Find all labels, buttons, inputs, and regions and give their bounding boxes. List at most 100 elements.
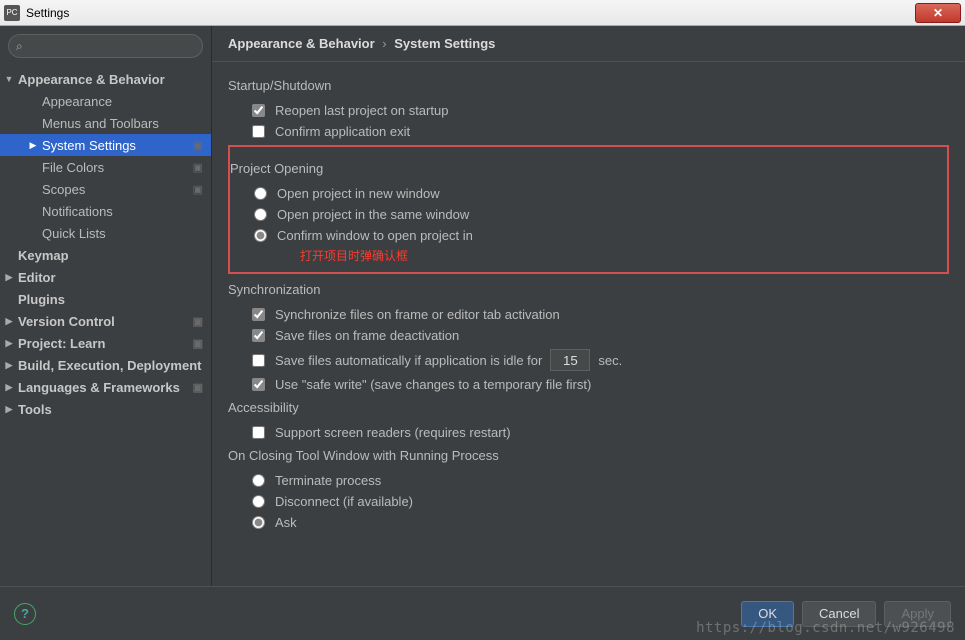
close-icon: ✕ xyxy=(933,6,943,20)
screen-readers-label: Support screen readers (requires restart… xyxy=(275,425,511,440)
cancel-button[interactable]: Cancel xyxy=(802,601,876,627)
confirm-window-label: Confirm window to open project in xyxy=(277,228,473,243)
group-synchronization: Synchronization xyxy=(228,282,949,297)
project-scope-icon: ▣ xyxy=(193,139,203,152)
sidebar-item-label: Notifications xyxy=(42,204,113,219)
sidebar-item-build-execution-deployment[interactable]: ▶ Build, Execution, Deployment xyxy=(0,354,211,376)
reopen-last-project-label: Reopen last project on startup xyxy=(275,103,448,118)
confirm-exit-label: Confirm application exit xyxy=(275,124,410,139)
open-new-window-row[interactable]: Open project in new window xyxy=(254,186,947,201)
sidebar-item-project-learn[interactable]: ▶ Project: Learn ▣ xyxy=(0,332,211,354)
project-scope-icon: ▣ xyxy=(193,161,203,174)
project-scope-icon: ▣ xyxy=(193,183,203,196)
confirm-window-row[interactable]: Confirm window to open project in xyxy=(254,228,947,243)
breadcrumb-parent: Appearance & Behavior xyxy=(228,36,375,51)
settings-tree: ▼ Appearance & Behavior Appearance Menus an… xyxy=(0,66,211,586)
safe-write-label: Use "safe write" (save changes to a temp… xyxy=(275,377,591,392)
project-scope-icon: ▣ xyxy=(193,337,203,350)
sidebar-item-editor[interactable]: ▶ Editor xyxy=(0,266,211,288)
sidebar-item-notifications[interactable]: Notifications xyxy=(0,200,211,222)
chevron-right-icon: ▶ xyxy=(4,404,14,415)
sidebar-item-label: Keymap xyxy=(18,248,69,263)
sidebar-item-plugins[interactable]: Plugins xyxy=(0,288,211,310)
sidebar-item-label: Languages & Frameworks xyxy=(18,380,180,395)
group-closing: On Closing Tool Window with Running Proc… xyxy=(228,448,949,463)
chevron-right-icon: ▶ xyxy=(4,272,14,283)
chevron-right-icon: ▶ xyxy=(4,382,14,393)
disconnect-label: Disconnect (if available) xyxy=(275,494,413,509)
sidebar-item-label: Editor xyxy=(18,270,56,285)
group-project-opening: Project Opening xyxy=(230,161,947,176)
save-deactivation-row[interactable]: Save files on frame deactivation xyxy=(252,328,949,343)
close-button[interactable]: ✕ xyxy=(915,3,961,23)
project-scope-icon: ▣ xyxy=(193,381,203,394)
ask-row[interactable]: Ask xyxy=(252,515,949,530)
terminate-radio[interactable] xyxy=(252,474,265,487)
screen-readers-row[interactable]: Support screen readers (requires restart… xyxy=(252,425,949,440)
open-same-window-radio[interactable] xyxy=(254,208,267,221)
help-button[interactable]: ? xyxy=(14,603,36,625)
app-icon: PC xyxy=(4,5,20,21)
reopen-last-project-checkbox[interactable] xyxy=(252,104,265,117)
breadcrumb: Appearance & Behavior › System Settings xyxy=(212,26,965,62)
dialog-footer: ? OK Cancel Apply xyxy=(0,586,965,640)
open-same-window-row[interactable]: Open project in the same window xyxy=(254,207,947,222)
open-new-window-radio[interactable] xyxy=(254,187,267,200)
open-new-window-label: Open project in new window xyxy=(277,186,440,201)
sidebar-item-tools[interactable]: ▶ Tools xyxy=(0,398,211,420)
sidebar-item-system-settings[interactable]: ▶System Settings▣ xyxy=(0,134,211,156)
search-input[interactable] xyxy=(8,34,203,58)
autosave-row[interactable]: Save files automatically if application … xyxy=(252,349,949,371)
terminate-label: Terminate process xyxy=(275,473,381,488)
annotation-text: 打开项目时弹确认框 xyxy=(300,247,947,264)
titlebar: PC Settings ✕ xyxy=(0,0,965,26)
ok-button[interactable]: OK xyxy=(741,601,794,627)
chevron-right-icon: ▶ xyxy=(4,316,14,327)
reopen-last-project-row[interactable]: Reopen last project on startup xyxy=(252,103,949,118)
sidebar-item-label: Project: Learn xyxy=(18,336,105,351)
confirm-window-radio[interactable] xyxy=(254,229,267,242)
chevron-right-icon: ▶ xyxy=(4,360,14,371)
disconnect-radio[interactable] xyxy=(252,495,265,508)
group-startup: Startup/Shutdown xyxy=(228,78,949,93)
sidebar-item-label: Version Control xyxy=(18,314,115,329)
autosave-checkbox[interactable] xyxy=(252,354,265,367)
sidebar-item-menus-and-toolbars[interactable]: Menus and Toolbars xyxy=(0,112,211,134)
content-pane: Appearance & Behavior › System Settings … xyxy=(212,26,965,586)
confirm-exit-row[interactable]: Confirm application exit xyxy=(252,124,949,139)
save-deactivation-label: Save files on frame deactivation xyxy=(275,328,459,343)
apply-button[interactable]: Apply xyxy=(884,601,951,627)
sidebar-item-appearance[interactable]: Appearance xyxy=(0,90,211,112)
sidebar-item-quick-lists[interactable]: Quick Lists xyxy=(0,222,211,244)
autosave-pre-label: Save files automatically if application … xyxy=(275,353,542,368)
sidebar-item-label: Appearance & Behavior xyxy=(18,72,165,87)
terminate-row[interactable]: Terminate process xyxy=(252,473,949,488)
sidebar-item-appearance-behavior[interactable]: ▼ Appearance & Behavior xyxy=(0,68,211,90)
sidebar-item-keymap[interactable]: Keymap xyxy=(0,244,211,266)
screen-readers-checkbox[interactable] xyxy=(252,426,265,439)
autosave-seconds-input[interactable] xyxy=(550,349,590,371)
safe-write-row[interactable]: Use "safe write" (save changes to a temp… xyxy=(252,377,949,392)
sidebar: ⌕ ▼Appearance & BehaviorAppearanceMenus … xyxy=(0,26,212,586)
sidebar-item-file-colors[interactable]: File Colors ▣ xyxy=(0,156,211,178)
ask-radio[interactable] xyxy=(252,516,265,529)
sidebar-item-scopes[interactable]: Scopes▣ xyxy=(0,178,211,200)
sidebar-item-label: Tools xyxy=(18,402,52,417)
sidebar-item-label: System Settings xyxy=(42,138,136,153)
open-same-window-label: Open project in the same window xyxy=(277,207,469,222)
breadcrumb-separator: › xyxy=(382,36,386,51)
sidebar-item-languages-frameworks[interactable]: ▶ Languages & Frameworks ▣ xyxy=(0,376,211,398)
chevron-down-icon: ▼ xyxy=(4,74,14,84)
sidebar-item-label: Build, Execution, Deployment xyxy=(18,358,201,373)
chevron-right-icon: ▶ xyxy=(4,338,14,349)
sync-activate-checkbox[interactable] xyxy=(252,308,265,321)
save-deactivation-checkbox[interactable] xyxy=(252,329,265,342)
confirm-exit-checkbox[interactable] xyxy=(252,125,265,138)
sidebar-item-label: Plugins xyxy=(18,292,65,307)
sidebar-item-label: Menus and Toolbars xyxy=(42,116,159,131)
disconnect-row[interactable]: Disconnect (if available) xyxy=(252,494,949,509)
sidebar-item-label: File Colors xyxy=(42,160,104,175)
safe-write-checkbox[interactable] xyxy=(252,378,265,391)
sync-activate-row[interactable]: Synchronize files on frame or editor tab… xyxy=(252,307,949,322)
sidebar-item-version-control[interactable]: ▶Version Control▣ xyxy=(0,310,211,332)
